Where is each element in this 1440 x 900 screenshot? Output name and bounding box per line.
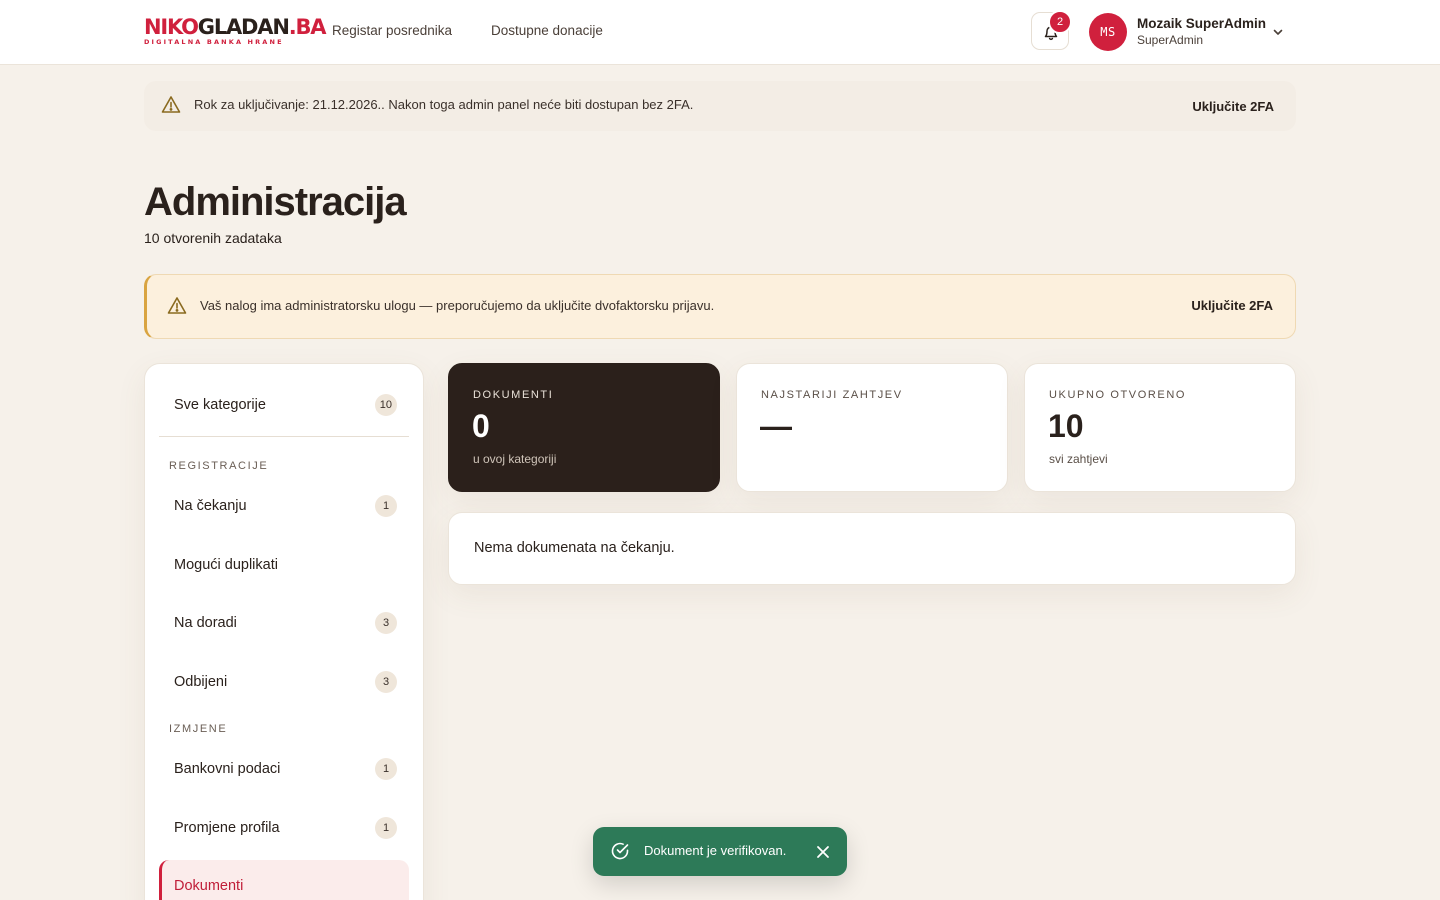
warning-icon — [167, 297, 187, 314]
banner-message: Rok za uključivanje: 21.12.2026.. Nakon … — [194, 97, 694, 112]
top-navigation-bar: NIKOGLADAN.BA DIGITALNA BANKA HRANE Regi… — [0, 0, 1440, 65]
stat-card-najstariji-zahtjev: NAJSTARIJI ZAHTJEV — — [736, 363, 1008, 492]
sidebar-item-label: Promjene profila — [174, 820, 280, 836]
sidebar-item-label: Odbijeni — [174, 674, 228, 690]
notification-count-badge: 2 — [1048, 10, 1072, 34]
count-badge: 3 — [375, 612, 397, 634]
sidebar-item-label: Sve kategorije — [174, 397, 266, 413]
sidebar-item-promjene-profila[interactable]: Promjene profila 1 — [159, 806, 409, 850]
stat-value: 0 — [472, 408, 490, 444]
empty-state-card: Nema dokumenata na čekanju. — [448, 512, 1296, 585]
stat-label: NAJSTARIJI ZAHTJEV — [761, 389, 903, 401]
logo-part-3: .BA — [288, 15, 327, 39]
logo[interactable]: NIKOGLADAN.BA DIGITALNA BANKA HRANE — [144, 15, 327, 48]
warning-icon — [161, 96, 181, 113]
count-badge: 1 — [375, 758, 397, 780]
sidebar-item-sve-kategorije[interactable]: Sve kategorije 10 — [159, 383, 409, 427]
sidebar-item-label: Bankovni podaci — [174, 761, 281, 777]
stat-card-dokumenti: DOKUMENTI 0 u ovoj kategoriji — [448, 363, 720, 492]
sidebar-item-label: Na doradi — [174, 615, 237, 631]
avatar[interactable]: MS — [1089, 13, 1127, 51]
page-title: Administracija — [144, 180, 407, 224]
close-icon[interactable] — [816, 845, 830, 859]
chevron-down-icon[interactable] — [1272, 26, 1284, 38]
sidebar-item-odbijeni[interactable]: Odbijeni 3 — [159, 660, 409, 704]
sidebar-item-label: Mogući duplikati — [174, 557, 278, 573]
section-title-registracije: REGISTRACIJE — [169, 460, 269, 472]
stat-label: UKUPNO OTVORENO — [1049, 389, 1187, 401]
empty-state-message: Nema dokumenata na čekanju. — [474, 540, 675, 556]
logo-part-1: NIKO — [144, 15, 199, 39]
category-sidebar: Sve kategorije 10 REGISTRACIJE Na čekanj… — [144, 363, 424, 900]
sidebar-item-bankovni-podaci[interactable]: Bankovni podaci 1 — [159, 747, 409, 791]
sidebar-item-na-cekanju[interactable]: Na čekanju 1 — [159, 484, 409, 528]
enable-2fa-button[interactable]: Uključite 2FA — [1192, 99, 1274, 114]
stat-label: DOKUMENTI — [473, 389, 554, 401]
stat-caption: svi zahtjevi — [1049, 452, 1108, 466]
user-role: SuperAdmin — [1137, 33, 1204, 47]
warning-message: Vaš nalog ima administratorsku ulogu — p… — [200, 298, 715, 313]
stat-value: — — [760, 408, 792, 444]
sidebar-item-moguci-duplikati[interactable]: Mogući duplikati — [159, 543, 409, 587]
count-badge: 1 — [375, 495, 397, 517]
logo-tagline: DIGITALNA BANKA HRANE — [144, 38, 284, 46]
page-subtitle: 10 otvorenih zadataka — [144, 230, 282, 246]
sidebar-item-label: Na čekanju — [174, 498, 247, 514]
toast-message: Dokument je verifikovan. — [644, 843, 787, 858]
sidebar-item-dokumenti[interactable]: Dokumenti — [159, 860, 409, 900]
count-badge: 3 — [375, 671, 397, 693]
check-circle-icon — [611, 842, 629, 860]
user-name[interactable]: Mozaik SuperAdmin — [1137, 16, 1266, 31]
nav-link-registar-posrednika[interactable]: Registar posrednika — [332, 23, 452, 38]
divider — [159, 436, 409, 437]
stat-value: 10 — [1048, 408, 1084, 444]
nav-link-dostupne-donacije[interactable]: Dostupne donacije — [491, 23, 603, 38]
stat-caption: u ovoj kategoriji — [473, 452, 557, 466]
count-badge: 1 — [375, 817, 397, 839]
admin-2fa-warning-banner: Vaš nalog ima administratorsku ulogu — p… — [144, 274, 1296, 339]
section-title-izmjene: IZMJENE — [169, 723, 228, 735]
sidebar-item-label: Dokumenti — [174, 878, 244, 894]
enable-2fa-button[interactable]: Uključite 2FA — [1191, 298, 1273, 313]
stat-card-ukupno-otvoreno: UKUPNO OTVORENO 10 svi zahtjevi — [1024, 363, 1296, 492]
count-badge: 10 — [374, 394, 397, 416]
sidebar-item-na-doradi[interactable]: Na doradi 3 — [159, 601, 409, 645]
logo-part-2: GLADAN — [197, 15, 290, 39]
twofa-deadline-banner: Rok za uključivanje: 21.12.2026.. Nakon … — [144, 81, 1296, 131]
success-toast: Dokument je verifikovan. — [593, 827, 847, 876]
